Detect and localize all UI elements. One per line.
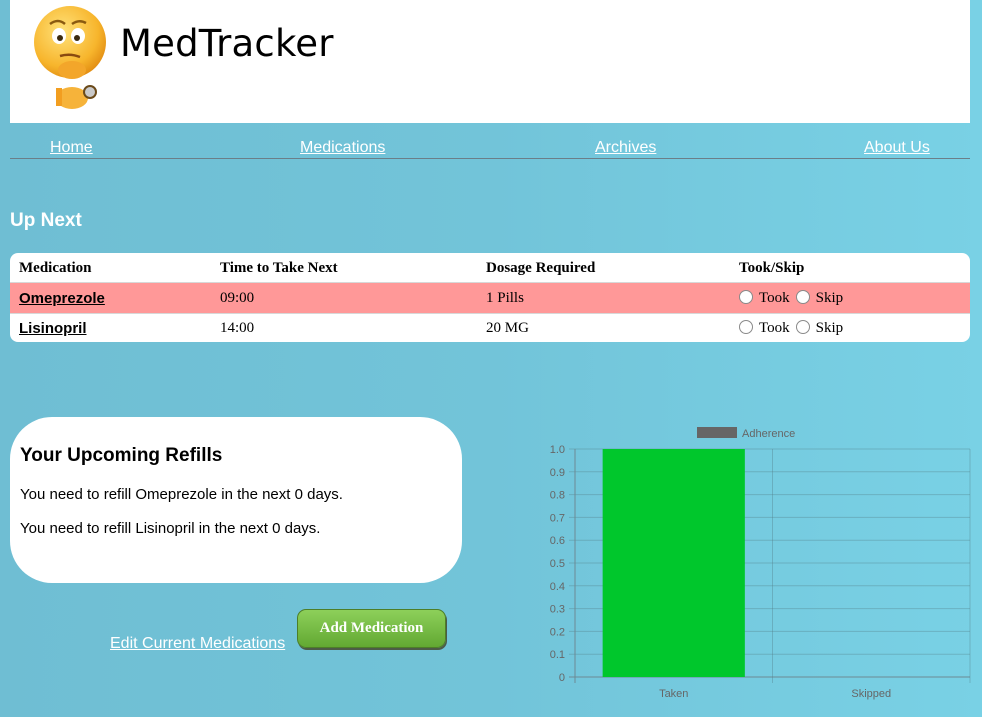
y-axis: 0 0.1 0.2 0.3 0.4 0.5 0.6 0.7 0.8 0.9 1.0 <box>550 444 565 684</box>
add-medication-button[interactable]: Add Medication <box>297 609 446 648</box>
column-header: Medication <box>19 260 92 276</box>
y-tick-label: 0.7 <box>550 512 565 524</box>
skip-label: Skip <box>815 290 844 306</box>
y-tick-label: 0.4 <box>550 581 565 593</box>
took-label: Took <box>759 320 790 336</box>
took-label: Took <box>759 290 790 306</box>
y-tick-label: 0.3 <box>550 604 565 616</box>
y-tick-label: 0 <box>559 672 565 684</box>
nav-about-link[interactable]: About Us <box>864 139 930 157</box>
table-header-row: Medication Time to Take Next Dosage Requ… <box>10 253 970 282</box>
took-skip-cell: Took Skip <box>739 320 843 337</box>
edit-medications-link[interactable]: Edit Current Medications <box>110 635 285 653</box>
y-tick-label: 0.1 <box>550 649 565 661</box>
header: MedTracker <box>10 0 970 123</box>
nav-home-link[interactable]: Home <box>50 139 93 157</box>
bar-taken <box>602 449 745 677</box>
time-cell: 14:00 <box>220 320 255 336</box>
app-title: MedTracker <box>120 22 334 65</box>
took-radio[interactable] <box>739 290 753 304</box>
chart-bars <box>602 449 745 677</box>
up-next-title: Up Next <box>10 210 82 231</box>
refills-card: Your Upcoming Refills You need to refill… <box>10 417 462 583</box>
y-tick-label: 0.9 <box>550 467 565 479</box>
refills-title: Your Upcoming Refills <box>20 445 223 466</box>
medication-link[interactable]: Lisinopril <box>19 320 87 337</box>
y-tick-label: 0.8 <box>550 490 565 502</box>
x-axis: Taken Skipped <box>659 688 891 700</box>
dosage-cell: 20 MG <box>486 320 529 336</box>
table-row: Lisinopril 14:00 20 MG Took Skip <box>10 313 970 342</box>
medication-link[interactable]: Omeprezole <box>19 290 105 307</box>
column-header: Time to Take Next <box>220 260 338 276</box>
thinking-emoji-logo <box>34 6 106 109</box>
skip-radio[interactable] <box>795 320 810 334</box>
dosage-cell: 1 Pills <box>486 290 524 306</box>
took-radio[interactable] <box>739 320 753 334</box>
x-tick-label: Taken <box>659 688 688 700</box>
legend-label: Adherence <box>742 428 795 440</box>
refill-line: You need to refill Lisinopril in the nex… <box>20 520 321 537</box>
skip-label: Skip <box>815 320 844 336</box>
x-tick-label: Skipped <box>851 688 891 700</box>
main-nav: Home Medications Archives About Us <box>10 123 970 159</box>
took-skip-cell: Took Skip <box>739 290 843 307</box>
nav-medications-link[interactable]: Medications <box>300 139 385 157</box>
adherence-chart: 0 0.1 0.2 0.3 0.4 0.5 0.6 0.7 0.8 0.9 1.0 Taken Ski… <box>550 427 971 700</box>
column-header: Dosage Required <box>486 260 596 276</box>
up-next-table: Medication Time to Take Next Dosage Requ… <box>10 253 970 342</box>
legend-swatch <box>697 427 737 438</box>
y-tick-label: 0.5 <box>550 558 565 570</box>
y-tick-label: 1.0 <box>550 444 565 456</box>
y-tick-label: 0.2 <box>550 626 565 638</box>
refill-line: You need to refill Omeprezole in the nex… <box>20 486 343 503</box>
skip-radio[interactable] <box>795 290 810 304</box>
time-cell: 09:00 <box>220 290 255 306</box>
y-tick-label: 0.6 <box>550 535 565 547</box>
nav-archives-link[interactable]: Archives <box>595 139 656 157</box>
column-header: Took/Skip <box>739 260 805 276</box>
table-row: Omeprezole 09:00 1 Pills Took Skip <box>10 282 970 314</box>
